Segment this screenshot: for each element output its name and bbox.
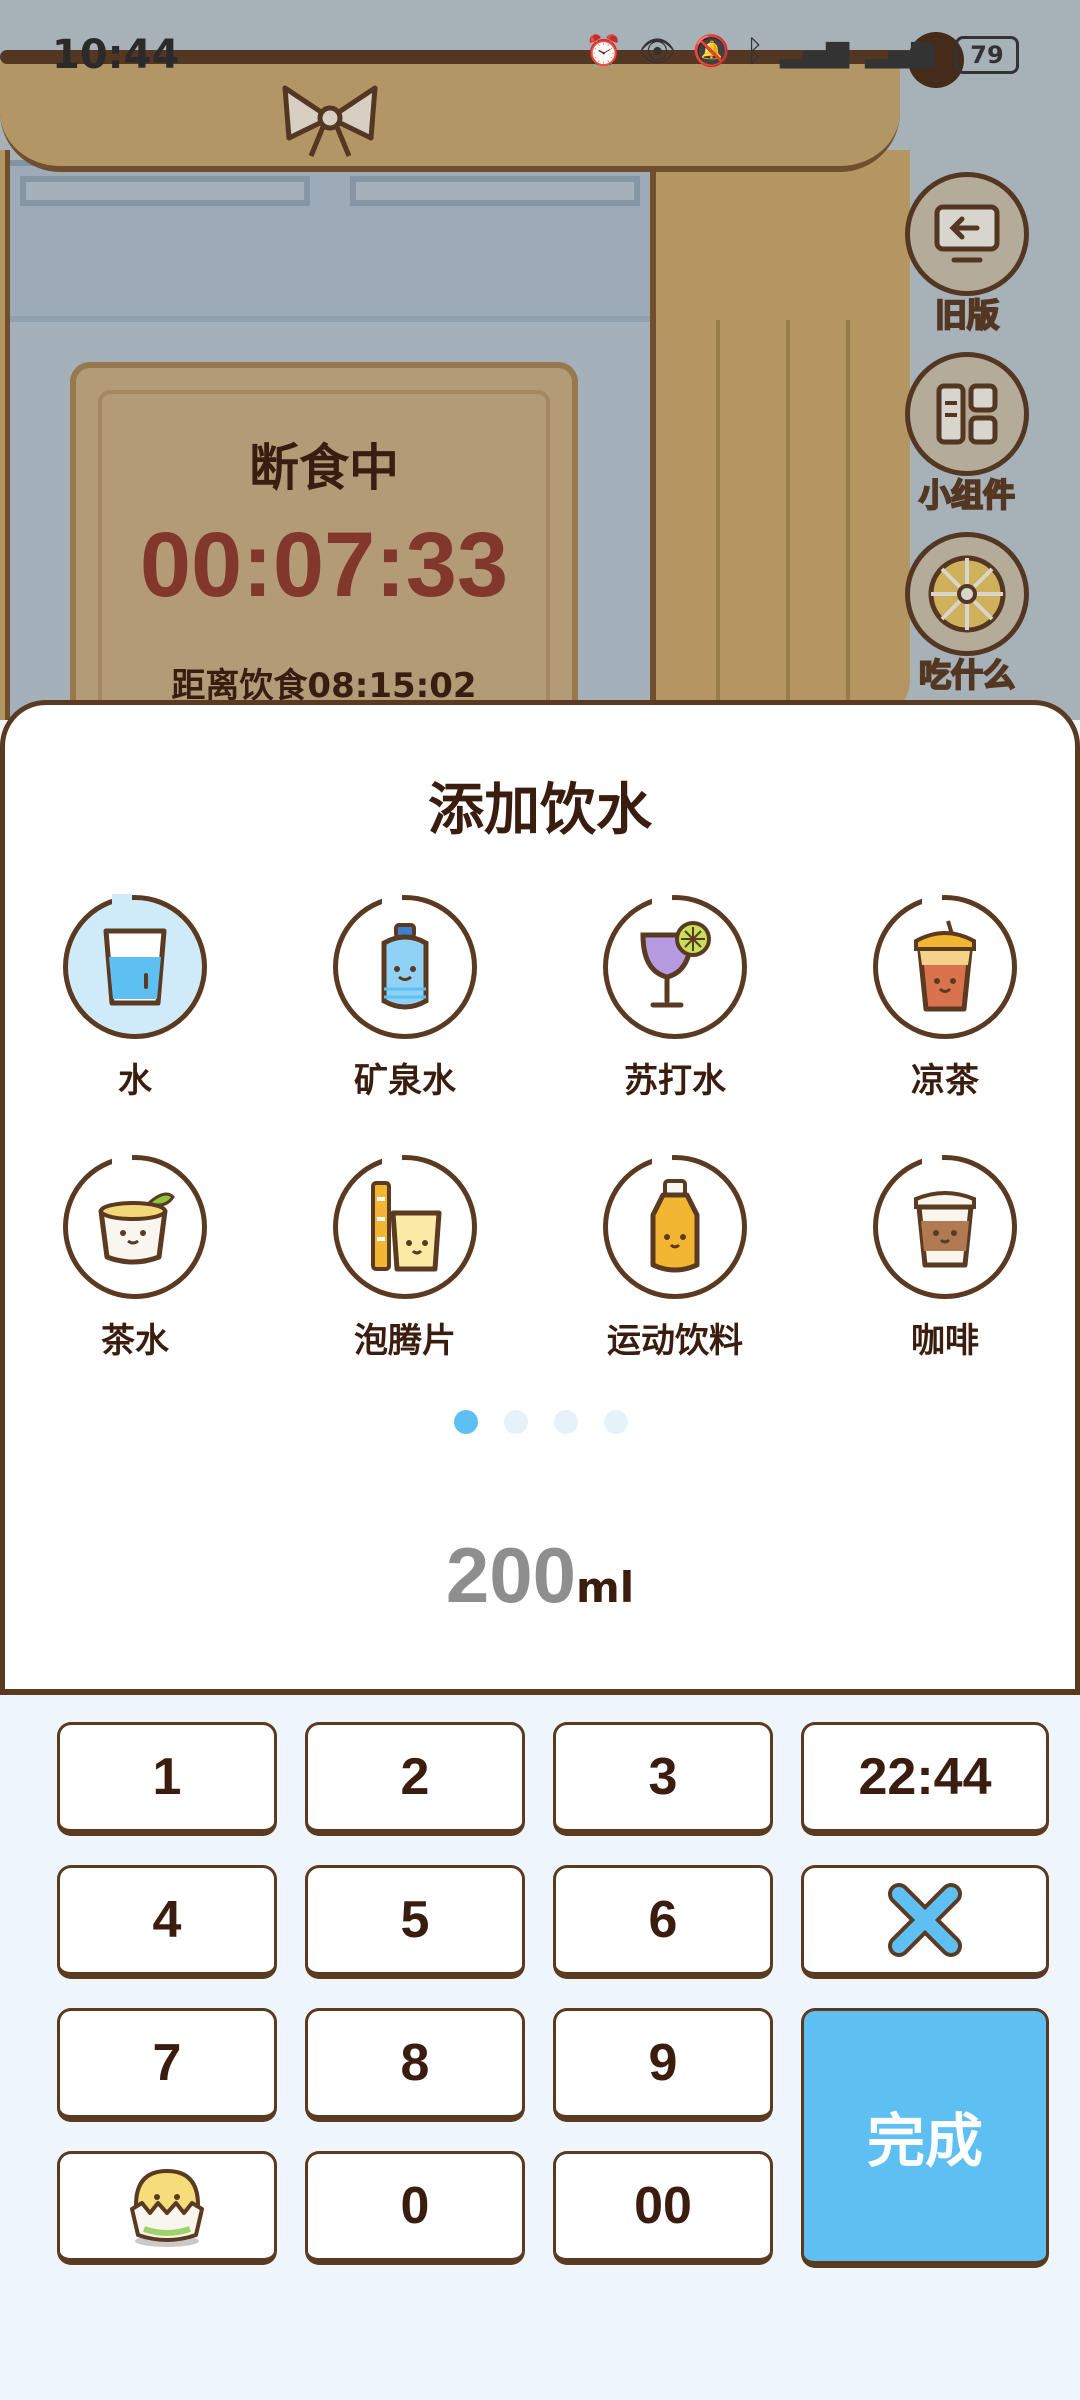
coffee-cup-icon [914,1191,976,1268]
drink-effervescent[interactable]: 泡腾片 [305,1154,505,1362]
page-dot-4[interactable] [604,1410,628,1434]
key-3[interactable]: 3 [553,1722,773,1836]
drink-water[interactable]: 水 [35,894,235,1102]
drink-label: 泡腾片 [354,1321,456,1361]
effervescent-icon [371,1181,442,1272]
drink-coffee[interactable]: 咖啡 [845,1154,1045,1362]
tea-cup-icon [98,1192,175,1265]
sheet-title: 添加饮水 [428,778,652,843]
done-button[interactable]: 完成 [801,2008,1049,2268]
drink-tea[interactable]: 茶水 [35,1154,235,1362]
bluetooth-icon: ᛒ [745,34,764,69]
drink-sports-drink[interactable]: 运动饮料 [575,1154,775,1362]
chick-mascot-icon [130,2168,204,2247]
battery-icon: 79 [955,36,1019,74]
drink-label: 咖啡 [911,1321,979,1361]
key-2[interactable]: 2 [305,1722,525,1836]
drink-label: 茶水 [101,1321,169,1361]
drink-label: 苏打水 [624,1061,726,1101]
iced-tea-icon [914,920,976,1012]
key-7[interactable]: 7 [57,2008,277,2122]
mascot-key[interactable] [57,2151,277,2265]
eye-icon: 👁 [638,34,677,69]
water-glass-icon [103,928,167,1006]
amount-value: 200 [445,1531,576,1619]
mute-icon: 🔕 [692,34,730,69]
key-4[interactable]: 4 [57,1865,277,1979]
drink-label: 运动饮料 [607,1321,743,1361]
alarm-icon: ⏰ [585,34,623,69]
delete-x-icon [888,1883,962,1957]
drink-label: 水 [118,1061,152,1101]
drink-label: 矿泉水 [354,1061,456,1101]
key-8[interactable]: 8 [305,2008,525,2122]
delete-key[interactable] [801,1865,1049,1979]
status-bar: 10:44 ⏰ 👁 🔕 ᛒ ▂▄▆ ▂▄▆ 79 [0,0,1080,110]
page-dot-1[interactable] [454,1410,478,1434]
signal-4g-2-icon: ▂▄▆ [865,34,935,69]
drink-soda-water[interactable]: 苏打水 [575,894,775,1102]
soda-glass-icon [640,921,711,1008]
drink-iced-tea[interactable]: 凉茶 [845,894,1045,1102]
amount-unit: ml [575,1563,635,1612]
water-bottle-icon [381,923,429,1010]
signal-4g-icon: ▂▄▆ [779,34,850,69]
key-9[interactable]: 9 [553,2008,773,2122]
key-6[interactable]: 6 [553,1865,773,1979]
sports-drink-icon [650,1179,700,1273]
amount-display: 200ml [0,1530,1080,1621]
status-icons: ⏰ 👁 🔕 ᛒ ▂▄▆ ▂▄▆ [585,34,934,69]
page-dot-3[interactable] [554,1410,578,1434]
page-indicator [454,1410,628,1434]
status-time: 10:44 [52,32,180,78]
drink-label: 凉茶 [911,1061,979,1101]
key-0[interactable]: 0 [305,2151,525,2265]
page-dot-2[interactable] [504,1410,528,1434]
key-1[interactable]: 1 [57,1722,277,1836]
key-00[interactable]: 00 [553,2151,773,2265]
key-5[interactable]: 5 [305,1865,525,1979]
drink-mineral-water[interactable]: 矿泉水 [305,894,505,1102]
time-key[interactable]: 22:44 [801,1722,1049,1836]
